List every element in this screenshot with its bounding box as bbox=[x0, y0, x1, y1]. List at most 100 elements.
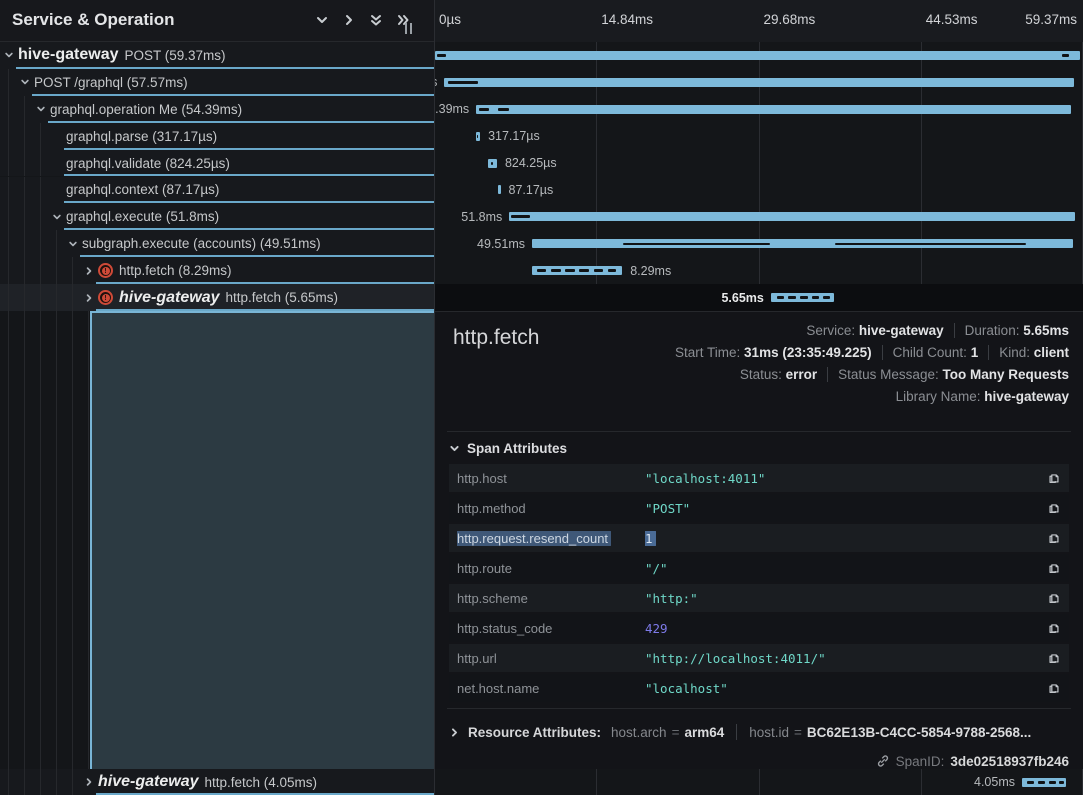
attribute-key[interactable]: http.host bbox=[457, 471, 645, 486]
attribute-value[interactable]: "localhost" bbox=[645, 681, 1039, 696]
span-timeline-row[interactable]: 51.8ms bbox=[434, 203, 1083, 230]
chevron-down-icon[interactable] bbox=[4, 50, 14, 60]
attribute-value[interactable]: "http:" bbox=[645, 591, 1039, 606]
attribute-value[interactable]: "localhost:4011" bbox=[645, 471, 1039, 486]
chevron-down-icon[interactable] bbox=[4, 50, 14, 60]
timeline-tick: 0µs bbox=[439, 12, 461, 27]
chevron-down-icon[interactable] bbox=[315, 13, 329, 27]
bar-self-time-dash bbox=[491, 162, 494, 165]
span-duration-bar[interactable] bbox=[509, 212, 1075, 221]
copy-value-button[interactable] bbox=[1047, 531, 1061, 545]
copy-value-button[interactable] bbox=[1047, 471, 1061, 485]
chevron-down-icon[interactable] bbox=[52, 212, 62, 222]
chevron-right-icon bbox=[449, 727, 460, 738]
span-tree-row[interactable]: graphql.parse (317.17µs) bbox=[0, 123, 434, 150]
chevron-right-icon[interactable] bbox=[84, 266, 94, 276]
attribute-key[interactable]: http.url bbox=[457, 651, 645, 666]
copy-value-button[interactable] bbox=[1047, 591, 1061, 605]
link-icon[interactable] bbox=[876, 754, 890, 768]
span-tree-row[interactable]: !http.fetch (8.29ms) bbox=[0, 257, 434, 284]
span-duration-bar[interactable] bbox=[444, 78, 1074, 87]
span-id-row: SpanID: 3de02518937fb246 bbox=[449, 749, 1069, 773]
span-timeline-row[interactable]: 57.57ms bbox=[434, 69, 1083, 96]
span-detail-panel: http.fetch Service: hive-gatewayDuration… bbox=[435, 311, 1083, 769]
chevron-right-icon[interactable] bbox=[84, 293, 94, 303]
chevron-down-icon[interactable] bbox=[36, 104, 46, 114]
span-tree-row[interactable]: graphql.operation Me (54.39ms) bbox=[0, 96, 434, 123]
span-tree-row[interactable]: hive-gatewayhttp.fetch (4.05ms) bbox=[0, 769, 434, 795]
attribute-row[interactable]: http.method"POST" bbox=[449, 494, 1069, 522]
double-chevron-down-icon[interactable] bbox=[369, 13, 383, 27]
span-tree-row[interactable]: graphql.execute (51.8ms) bbox=[0, 203, 434, 230]
span-tree-row[interactable]: !hive-gatewayhttp.fetch (5.65ms) bbox=[0, 284, 434, 311]
attribute-value[interactable]: "POST" bbox=[645, 501, 1039, 516]
span-tree-row[interactable]: graphql.validate (824.25µs) bbox=[0, 150, 434, 177]
attribute-row[interactable]: http.request.resend_count1 bbox=[449, 524, 1069, 552]
resource-attributes-row[interactable]: Resource Attributes: host.arch=arm64host… bbox=[449, 715, 1069, 749]
chevron-down-icon[interactable] bbox=[36, 104, 46, 114]
attribute-key[interactable]: http.scheme bbox=[457, 591, 645, 606]
span-timeline-row[interactable]: 54.39ms bbox=[434, 96, 1083, 123]
attribute-row[interactable]: http.host"localhost:4011" bbox=[449, 464, 1069, 492]
chevron-right-icon[interactable] bbox=[84, 293, 94, 303]
span-duration-bar[interactable] bbox=[498, 185, 501, 194]
chevron-right-icon[interactable] bbox=[84, 266, 94, 276]
chevron-down-icon[interactable] bbox=[20, 77, 30, 87]
chevron-down-icon[interactable] bbox=[68, 239, 78, 249]
panel-splitter-grip[interactable] bbox=[405, 23, 412, 34]
copy-value-button[interactable] bbox=[1047, 621, 1061, 635]
panel-divider[interactable] bbox=[434, 0, 435, 795]
span-attributes-header[interactable]: Span Attributes bbox=[449, 432, 1069, 464]
span-timeline-row[interactable] bbox=[434, 42, 1083, 69]
meta-value: 31ms (23:35:49.225) bbox=[744, 345, 872, 360]
span-timeline-row[interactable]: 8.29ms bbox=[434, 257, 1083, 284]
chevron-down-icon[interactable] bbox=[52, 212, 62, 222]
attribute-key[interactable]: http.route bbox=[457, 561, 645, 576]
copy-icon bbox=[1047, 591, 1061, 605]
meta-value: Too Many Requests bbox=[942, 367, 1069, 382]
chevron-right-icon[interactable] bbox=[342, 13, 356, 27]
attribute-value[interactable]: 1 bbox=[645, 531, 1039, 546]
copy-icon bbox=[1047, 621, 1061, 635]
chevron-right-icon[interactable] bbox=[84, 777, 94, 787]
span-tree-row[interactable]: subgraph.execute (accounts) (49.51ms) bbox=[0, 230, 434, 257]
attribute-key[interactable]: http.method bbox=[457, 501, 645, 516]
copy-value-button[interactable] bbox=[1047, 501, 1061, 515]
span-row-content: graphql.validate (824.25µs) bbox=[0, 150, 434, 177]
span-duration-bar[interactable] bbox=[435, 51, 1079, 60]
span-timeline-row[interactable]: 49.51ms bbox=[434, 230, 1083, 257]
attribute-row[interactable]: http.route"/" bbox=[449, 554, 1069, 582]
attribute-value[interactable]: 429 bbox=[645, 621, 1039, 636]
attribute-value[interactable]: "/" bbox=[645, 561, 1039, 576]
attribute-key[interactable]: http.request.resend_count bbox=[457, 531, 645, 546]
attribute-value[interactable]: "http://localhost:4011/" bbox=[645, 651, 1039, 666]
attribute-row[interactable]: http.url"http://localhost:4011/" bbox=[449, 644, 1069, 672]
resource-key: host.arch bbox=[611, 725, 667, 740]
span-duration-label: 51.8ms bbox=[461, 210, 502, 224]
copy-value-button[interactable] bbox=[1047, 651, 1061, 665]
attribute-row[interactable]: http.status_code429 bbox=[449, 614, 1069, 642]
resource-equals: = bbox=[672, 725, 680, 740]
span-tree-row[interactable]: POST /graphql (57.57ms) bbox=[0, 69, 434, 96]
panel-title: Service & Operation bbox=[12, 10, 175, 30]
span-row-content: graphql.parse (317.17µs) bbox=[0, 123, 434, 150]
span-timeline-row[interactable]: 5.65ms bbox=[434, 284, 1083, 311]
meta-separator bbox=[882, 345, 883, 360]
chevron-down-icon[interactable] bbox=[68, 239, 78, 249]
resource-equals: = bbox=[794, 725, 802, 740]
span-tree-row[interactable]: graphql.context (87.17µs) bbox=[0, 177, 434, 204]
span-duration-bar[interactable] bbox=[476, 105, 1070, 114]
span-timeline-row[interactable]: 317.17µs bbox=[434, 123, 1083, 150]
span-timeline-row[interactable]: 824.25µs bbox=[434, 150, 1083, 177]
attribute-key[interactable]: http.status_code bbox=[457, 621, 645, 636]
copy-value-button[interactable] bbox=[1047, 561, 1061, 575]
chevron-down-icon[interactable] bbox=[20, 77, 30, 87]
span-timeline-row[interactable]: 87.17µs bbox=[434, 177, 1083, 204]
chevron-right-icon[interactable] bbox=[84, 777, 94, 787]
indent-guide bbox=[56, 311, 57, 769]
attribute-row[interactable]: net.host.name"localhost" bbox=[449, 674, 1069, 702]
span-tree-row[interactable]: hive-gatewayPOST (59.37ms) bbox=[0, 42, 434, 69]
copy-value-button[interactable] bbox=[1047, 681, 1061, 695]
attribute-key[interactable]: net.host.name bbox=[457, 681, 645, 696]
attribute-row[interactable]: http.scheme"http:" bbox=[449, 584, 1069, 612]
